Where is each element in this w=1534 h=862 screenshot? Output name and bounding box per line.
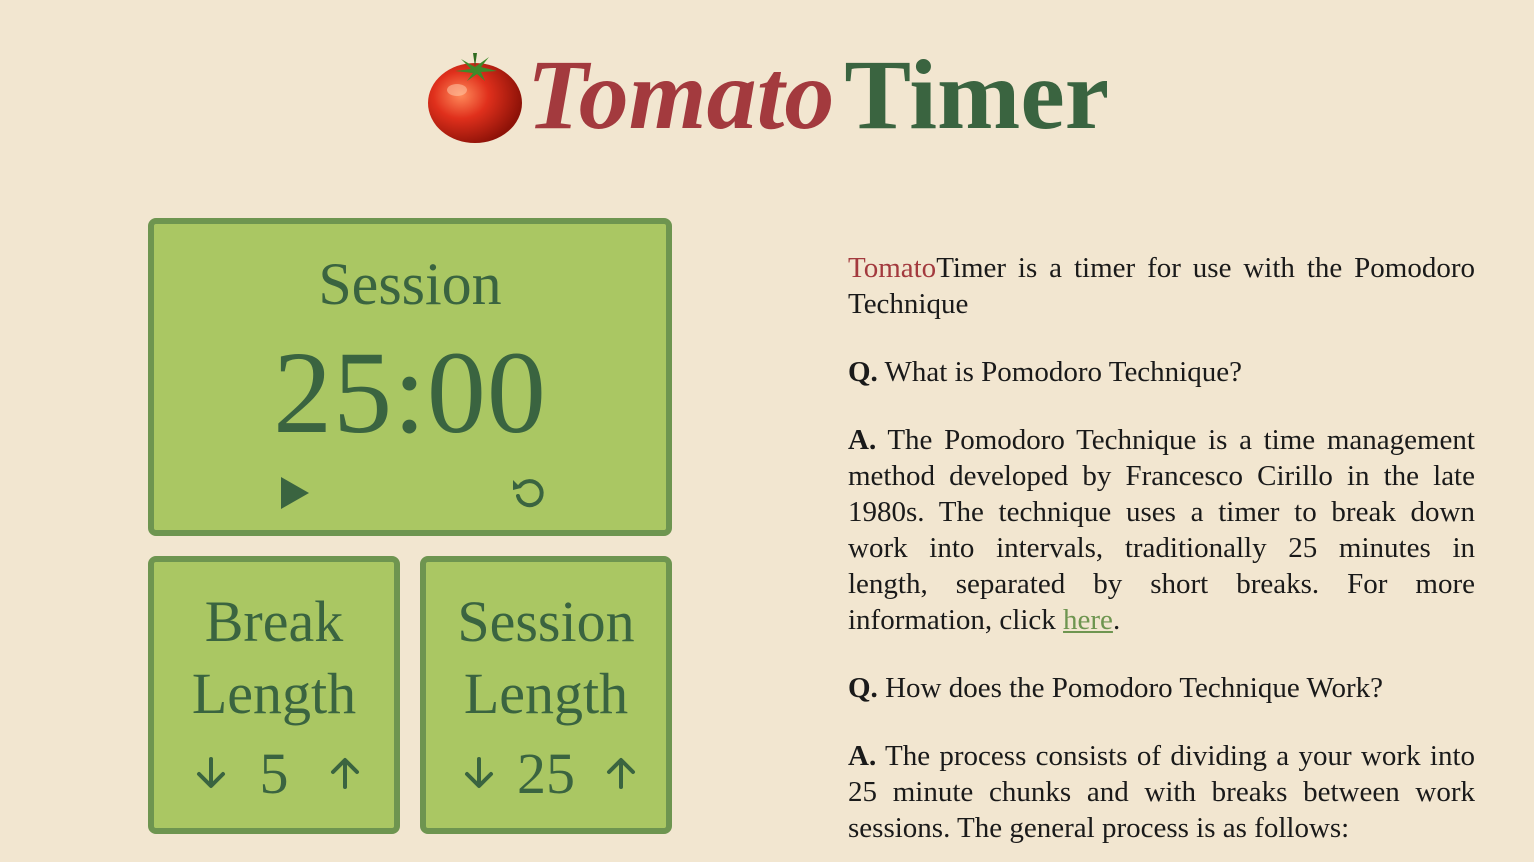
q2-mark: Q.: [848, 672, 878, 704]
a1-mark: A.: [848, 424, 877, 456]
question-1: Q. What is Pomodoro Technique?: [848, 354, 1475, 390]
intro-paragraph: TomatoTimer is a timer for use with the …: [848, 250, 1475, 322]
more-info-link[interactable]: here: [1063, 604, 1113, 636]
session-decrement-arrow-down-icon[interactable]: [462, 756, 496, 790]
session-time: 25:00: [273, 327, 547, 458]
reset-icon[interactable]: [510, 474, 548, 512]
session-length-value: 25: [517, 741, 575, 806]
header: Tomato Timer: [0, 40, 1534, 150]
a2-mark: A.: [848, 740, 877, 772]
q1-mark: Q.: [848, 356, 878, 388]
a2-text: The process consists of dividing a your …: [848, 740, 1475, 844]
break-length-label: Break Length: [154, 586, 394, 730]
intro-text: Timer is a timer for use with the Pomodo…: [848, 252, 1475, 320]
break-length-controls: 5: [154, 744, 394, 804]
brand-tomato: Tomato: [526, 39, 835, 150]
session-panel: Session 25:00: [148, 218, 672, 536]
a1-end: .: [1112, 604, 1121, 636]
session-label: Session: [318, 251, 502, 317]
break-increment-arrow-up-icon[interactable]: [328, 756, 362, 790]
break-label-line1: Break: [204, 589, 344, 654]
break-decrement-arrow-down-icon[interactable]: [194, 756, 228, 790]
session-length-panel: Session Length 25: [420, 556, 672, 834]
question-2: Q. How does the Pomodoro Technique Work?: [848, 670, 1475, 706]
q1-text: What is Pomodoro Technique?: [877, 356, 1242, 388]
session-length-controls: 25: [426, 744, 666, 804]
session-length-label-line1: Session: [457, 589, 635, 654]
session-length-label: Session Length: [426, 586, 666, 730]
break-length-value: 5: [259, 741, 289, 806]
session-controls: [154, 474, 666, 514]
q2-text: How does the Pomodoro Technique Work?: [877, 672, 1384, 704]
break-length-panel: Break Length 5: [148, 556, 400, 834]
session-increment-arrow-up-icon[interactable]: [604, 756, 638, 790]
answer-1: A. The Pomodoro Technique is a time mana…: [848, 422, 1475, 638]
answer-2: A. The process consists of dividing a yo…: [848, 738, 1475, 846]
info-section: TomatoTimer is a timer for use with the …: [848, 250, 1475, 862]
tomato-icon: [427, 53, 522, 143]
a1-text: The Pomodoro Technique is a time managem…: [848, 424, 1475, 636]
break-label-line2: Length: [191, 661, 357, 726]
play-icon[interactable]: [278, 474, 312, 512]
intro-brand: Tomato: [848, 252, 937, 284]
session-length-label-line2: Length: [463, 661, 629, 726]
logo: Tomato Timer: [425, 45, 1109, 145]
brand-timer: Timer: [844, 39, 1110, 150]
